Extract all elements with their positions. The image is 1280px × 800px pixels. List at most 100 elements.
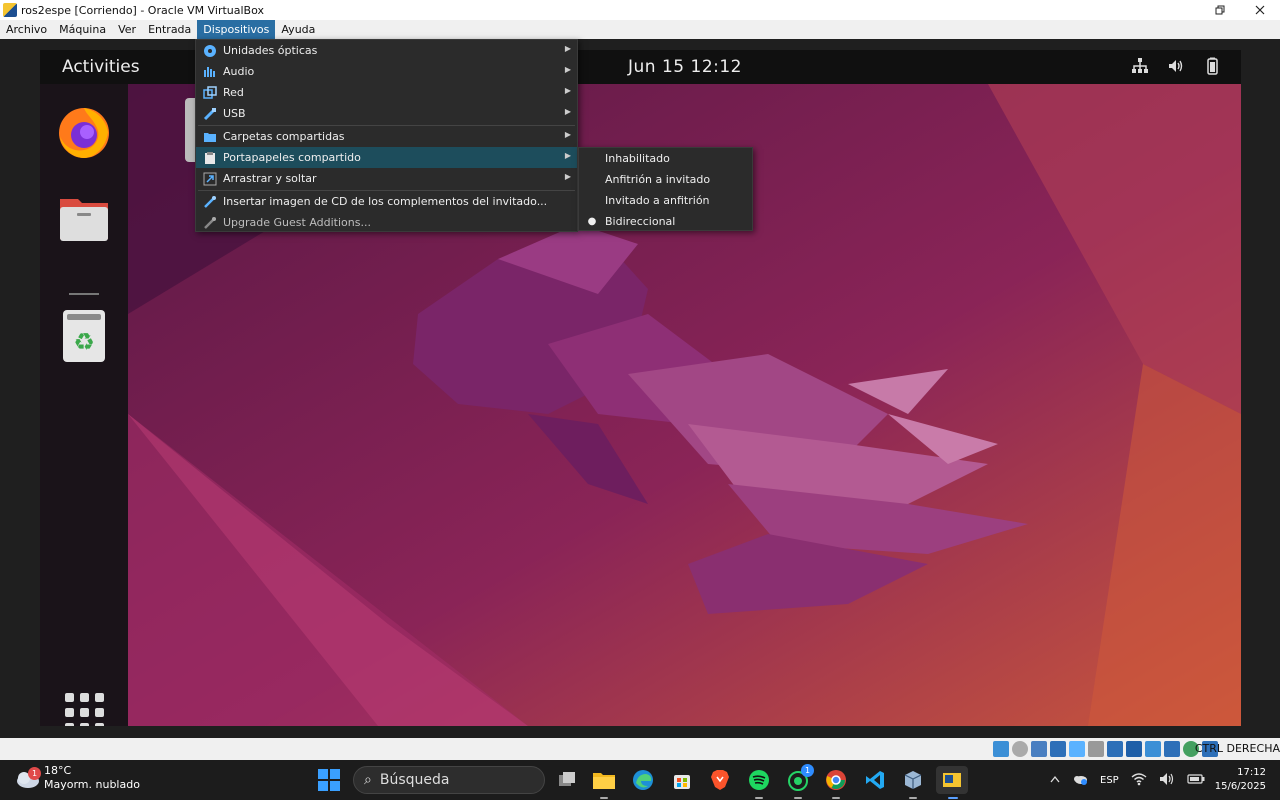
virtualbox-icon — [3, 3, 17, 17]
optical-drive-status-icon[interactable] — [1012, 741, 1028, 757]
network-icon[interactable] — [1131, 57, 1149, 75]
guest-clock[interactable]: Jun 15 12:12 — [628, 57, 742, 77]
menu-item-portapapeles-compartido[interactable]: Portapapeles compartido ▶ — [196, 147, 577, 168]
whatsapp-button[interactable]: 1 — [784, 764, 814, 799]
menu-item-red[interactable]: Red ▶ — [196, 82, 577, 103]
battery-icon[interactable] — [1187, 773, 1205, 788]
menu-item-usb[interactable]: USB ▶ — [196, 103, 577, 124]
wifi-icon[interactable] — [1131, 772, 1147, 789]
network-status-icon[interactable] — [1050, 741, 1066, 757]
submenu-item-anfitrion-a-invitado[interactable]: Anfitrión a invitado — [579, 169, 752, 190]
language-indicator[interactable]: ESP — [1100, 775, 1119, 786]
brave-button[interactable] — [706, 766, 734, 794]
audio-icon — [202, 64, 218, 80]
files-icon — [60, 199, 108, 241]
shared-folders-status-icon[interactable] — [1088, 741, 1104, 757]
menu-ayuda[interactable]: Ayuda — [275, 20, 321, 39]
edge-icon — [633, 770, 653, 790]
submenu-arrow-icon: ▶ — [564, 44, 571, 53]
cpu-status-icon[interactable] — [1145, 741, 1161, 757]
ubuntu-dock: ♻ — [40, 84, 128, 726]
clipboard-icon — [202, 150, 218, 166]
submenu-item-bidireccional[interactable]: ● Bidireccional — [579, 211, 752, 232]
menu-item-audio[interactable]: Audio ▶ — [196, 61, 577, 82]
battery-icon[interactable] — [1203, 57, 1221, 75]
taskbar-date: 15/6/2025 — [1214, 781, 1266, 792]
menu-item-unidades-opticas[interactable]: Unidades ópticas ▶ — [196, 40, 577, 61]
vm-statusbar: CTRL DERECHA — [0, 738, 1280, 760]
menu-item-upgrade-guest-additions[interactable]: Upgrade Guest Additions... — [196, 212, 577, 233]
host-key-label: CTRL DERECHA — [1194, 742, 1280, 755]
menu-entrada[interactable]: Entrada — [142, 20, 197, 39]
weather-widget[interactable]: 1 18°C Mayorm. nublado — [14, 764, 140, 792]
guest-system-tray[interactable] — [1131, 57, 1221, 75]
insert-cd-icon — [202, 194, 218, 210]
hard-disk-status-icon[interactable] — [993, 741, 1009, 757]
folder-icon — [593, 773, 615, 789]
usb-status-icon[interactable] — [1069, 741, 1085, 757]
virtualbox-manager-icon — [904, 771, 922, 789]
onedrive-icon[interactable] — [1072, 773, 1088, 788]
volume-icon[interactable] — [1167, 57, 1185, 75]
shared-folder-icon — [202, 129, 218, 145]
submenu-arrow-icon: ▶ — [564, 107, 571, 116]
restore-button[interactable] — [1200, 0, 1240, 20]
radio-selected-icon: ● — [587, 216, 597, 227]
file-explorer-button[interactable] — [590, 766, 618, 799]
audio-status-icon[interactable] — [1031, 741, 1047, 757]
virtualbox-manager-button[interactable] — [899, 766, 927, 799]
dock-firefox[interactable] — [54, 102, 114, 162]
submenu-item-invitado-a-anfitrion[interactable]: Invitado a anfitrión — [579, 190, 752, 211]
dock-trash[interactable]: ♻ — [54, 306, 114, 366]
taskbar-search[interactable]: ⌕ Búsqueda — [353, 766, 545, 794]
dock-files[interactable] — [54, 187, 114, 247]
display-status-icon[interactable] — [1107, 741, 1123, 757]
brave-icon — [711, 770, 729, 790]
search-placeholder: Búsqueda — [379, 772, 450, 788]
taskbar-clock[interactable]: 17:12 15/6/2025 — [1215, 766, 1266, 794]
submenu-arrow-icon: ▶ — [564, 151, 571, 160]
menu-archivo[interactable]: Archivo — [0, 20, 53, 39]
menu-item-carpetas-compartidas[interactable]: Carpetas compartidas ▶ — [196, 126, 577, 147]
window-title: ros2espe [Corriendo] - Oracle VM Virtual… — [21, 3, 264, 17]
upgrade-icon — [202, 215, 218, 231]
speaker-icon[interactable] — [1159, 772, 1175, 789]
chevron-up-icon — [1050, 775, 1060, 782]
menu-ver[interactable]: Ver — [112, 20, 142, 39]
virtualization-status-icon[interactable] — [1164, 741, 1180, 757]
show-hidden-icons-button[interactable] — [1050, 775, 1060, 786]
svg-text:♻: ♻ — [73, 328, 95, 356]
activities-button[interactable]: Activities — [62, 57, 140, 77]
submenu-arrow-icon: ▶ — [564, 172, 571, 181]
task-view-button[interactable] — [553, 766, 581, 794]
usb-icon — [202, 106, 218, 122]
menu-item-insertar-imagen-cd[interactable]: Insertar imagen de CD de los complemento… — [196, 191, 577, 212]
window-titlebar: ros2espe [Corriendo] - Oracle VM Virtual… — [0, 0, 1280, 20]
store-button[interactable] — [668, 766, 696, 794]
submenu-arrow-icon: ▶ — [564, 65, 571, 74]
restore-icon — [1215, 5, 1225, 15]
recording-status-icon[interactable] — [1126, 741, 1142, 757]
show-apps-icon[interactable] — [65, 693, 105, 726]
vm-status-icons — [993, 741, 1218, 757]
menu-item-arrastrar-y-soltar[interactable]: Arrastrar y soltar ▶ — [196, 168, 577, 189]
spotify-button[interactable] — [745, 766, 773, 799]
firefox-icon — [59, 108, 109, 158]
drag-drop-icon — [202, 171, 218, 187]
weather-description: Mayorm. nublado — [44, 778, 140, 791]
windows-taskbar: 1 18°C Mayorm. nublado ⌕ Búsqueda 1 ESP … — [0, 760, 1280, 800]
vscode-button[interactable] — [861, 766, 889, 794]
chrome-button[interactable] — [822, 766, 850, 799]
start-button[interactable] — [318, 769, 340, 791]
edge-button[interactable] — [629, 766, 657, 794]
virtualbox-vm-button[interactable] — [936, 766, 968, 799]
vm-menubar: Archivo Máquina Ver Entrada Dispositivos… — [0, 20, 1280, 39]
virtualbox-vm-icon — [943, 773, 961, 787]
network-icon — [202, 85, 218, 101]
menu-dispositivos[interactable]: Dispositivos — [197, 20, 276, 39]
submenu-item-inhabilitado[interactable]: Inhabilitado — [579, 148, 752, 169]
close-button[interactable] — [1240, 0, 1280, 20]
weather-temperature: 18°C — [44, 764, 72, 777]
chrome-icon — [826, 770, 846, 790]
menu-maquina[interactable]: Máquina — [53, 20, 112, 39]
